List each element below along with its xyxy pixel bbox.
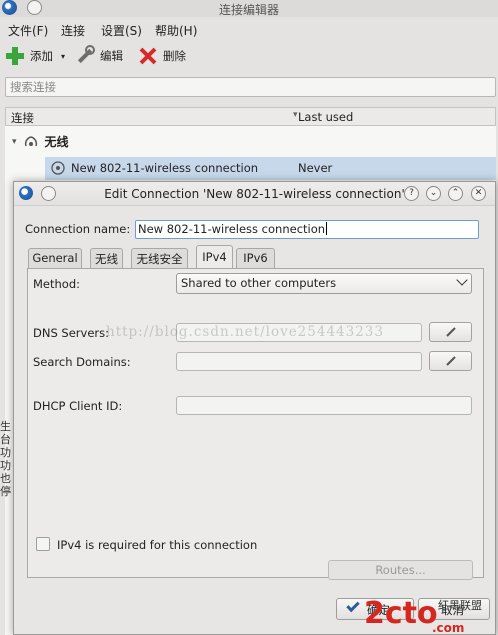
expand-icon: ▾ xyxy=(12,136,17,147)
watermark: http://blog.csdn.net/love254443233 xyxy=(106,324,384,340)
check-icon xyxy=(346,598,360,613)
connection-name-cell: New 802-11-wireless connection xyxy=(71,161,259,175)
tab-ipv6[interactable]: IPv6 xyxy=(236,248,275,268)
svg-text:.com: .com xyxy=(432,621,464,635)
help-icon[interactable]: ? xyxy=(404,186,419,201)
site-logo: 2cto .com 红黑联盟 xyxy=(364,596,482,635)
search-domains-label: Search Domains: xyxy=(33,355,131,369)
background-window-title: 连接编辑器 xyxy=(218,3,279,17)
menu-file[interactable]: 文件(F) xyxy=(8,22,48,39)
dialog-titlebar: Edit Connection 'New 802-11-wireless con… xyxy=(14,182,495,206)
edit-label: 编辑 xyxy=(100,49,123,63)
dhcp-client-id-label: DHCP Client ID: xyxy=(33,399,123,413)
edit-button[interactable]: 编辑 xyxy=(74,45,123,67)
svg-text:2cto: 2cto xyxy=(364,596,438,631)
background-titlebar: 连接编辑器 xyxy=(0,0,498,17)
wireless-connection-icon xyxy=(51,161,65,175)
method-select[interactable]: Shared to other computers xyxy=(176,273,472,294)
plus-icon xyxy=(6,47,24,65)
chevron-down-icon: ▾ xyxy=(61,51,66,61)
dialog-title: Edit Connection 'New 802-11-wireless con… xyxy=(104,187,405,201)
minimize-icon[interactable]: ⌄ xyxy=(426,186,441,201)
wrench-icon xyxy=(77,45,95,64)
dns-servers-label: DNS Servers: xyxy=(33,326,109,340)
add-label: 添加 xyxy=(30,49,53,63)
tab-wireless[interactable]: 无线 xyxy=(90,248,123,268)
tab-wireless-security[interactable]: 无线安全 xyxy=(131,248,188,268)
menu-settings[interactable]: 设置(S) xyxy=(101,22,142,39)
group-wireless[interactable]: ▾ 无线 xyxy=(12,133,69,150)
ipv4-panel xyxy=(27,268,484,578)
delete-button[interactable]: 删除 xyxy=(137,45,186,67)
close-icon[interactable]: ✕ xyxy=(471,186,486,201)
connection-name-label: Connection name: xyxy=(25,222,131,236)
delete-label: 删除 xyxy=(163,49,186,63)
pencil-icon xyxy=(446,327,456,337)
left-edge-text: 生 台 功 功 也 停 xyxy=(0,420,11,498)
pencil-icon xyxy=(446,356,456,366)
menu-help[interactable]: 帮助(H) xyxy=(155,22,197,39)
dhcp-client-id-field[interactable] xyxy=(176,396,472,415)
ipv4-required-checkbox[interactable] xyxy=(36,537,50,551)
add-button[interactable]: 添加 ▾ xyxy=(4,45,65,67)
maximize-icon[interactable]: ⌃ xyxy=(448,186,463,201)
method-label: Method: xyxy=(33,277,81,291)
search-input[interactable]: 搜索连接 xyxy=(5,77,496,97)
delete-icon xyxy=(139,47,157,65)
column-connection[interactable]: 连接 xyxy=(11,110,34,126)
tab-ipv4[interactable]: IPv4 xyxy=(196,245,233,269)
svg-text:红黑联盟: 红黑联盟 xyxy=(438,599,482,612)
list-item[interactable]: New 802-11-wireless connection Never xyxy=(45,157,496,180)
list-header: 连接 ▾ Last used xyxy=(5,107,496,126)
group-label: 无线 xyxy=(44,135,69,149)
connection-name-input[interactable]: New 802-11-wireless connection xyxy=(135,220,479,239)
search-domains-edit-button[interactable] xyxy=(429,351,472,371)
tab-general[interactable]: General xyxy=(28,248,82,268)
edit-connection-dialog: Edit Connection 'New 802-11-wireless con… xyxy=(13,181,496,635)
search-domains-field[interactable] xyxy=(176,352,422,371)
column-last-used[interactable]: Last used xyxy=(298,110,353,124)
sort-indicator-icon: ▾ xyxy=(293,110,298,120)
routes-button: Routes... xyxy=(328,560,473,580)
last-used-cell: Never xyxy=(298,161,333,175)
chevron-down-icon xyxy=(456,274,468,286)
wireless-icon xyxy=(24,135,37,146)
ipv4-required-label: IPv4 is required for this connection xyxy=(57,538,258,552)
dns-edit-button[interactable] xyxy=(429,322,472,342)
menu-connection[interactable]: 连接 xyxy=(61,22,85,39)
